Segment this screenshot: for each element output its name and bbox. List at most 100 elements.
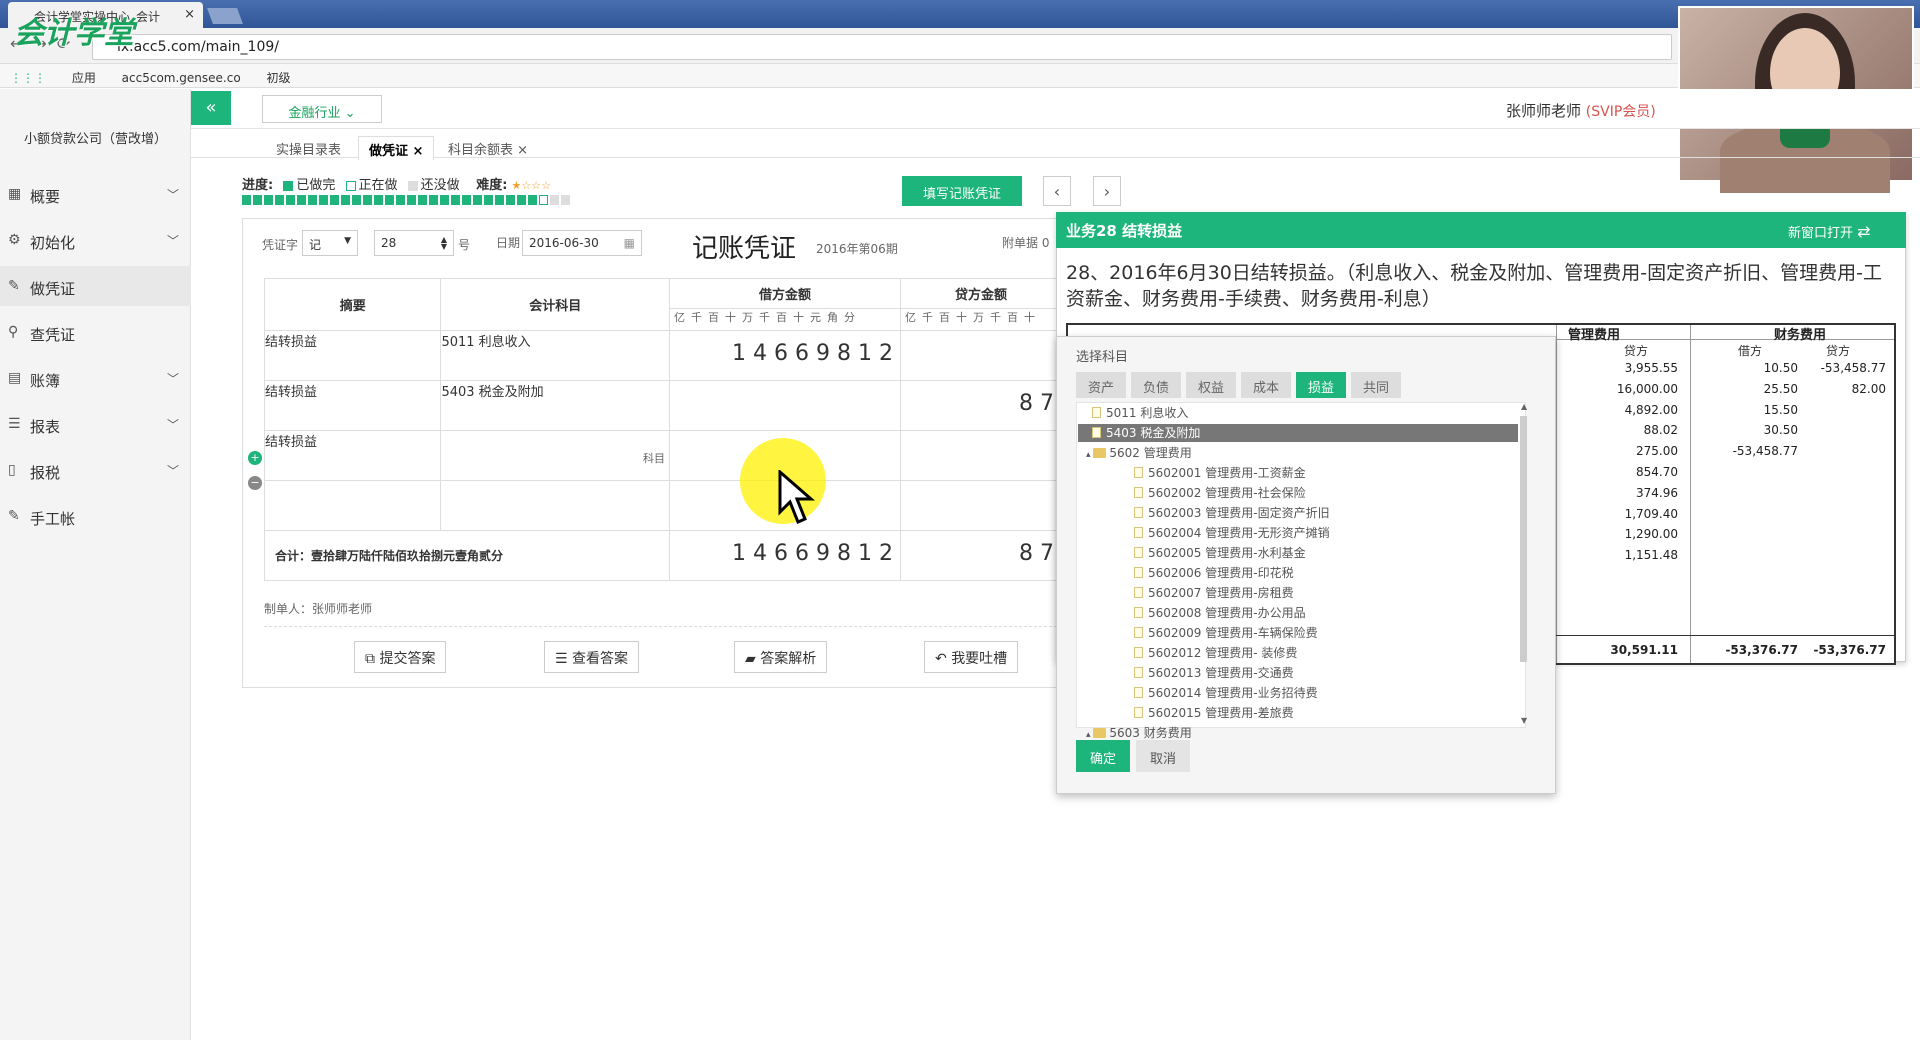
cancel-button[interactable]: 取消 [1136,740,1190,772]
collapse-sidebar-button[interactable]: « [191,91,231,125]
bookmark-chuji[interactable]: 初级 [267,69,291,86]
sidebar-item[interactable]: ▯ 报税 ﹀ [0,450,191,490]
sidebar-item[interactable]: ▦ 概要 ﹀ [0,174,191,214]
bookmark-apps[interactable]: 应用 [72,69,96,86]
voucher-number-input[interactable]: 28 ▲ ▼ [374,230,454,256]
tree-item[interactable]: 5602015 管理费用-差旅费 [1078,704,1294,722]
subject-tab[interactable]: 权益 [1186,372,1236,398]
tab-label: 做凭证 [369,144,409,159]
industry-dropdown[interactable]: 金融行业 ⌄ [262,95,382,123]
progress-segment [319,195,328,205]
row2-summary[interactable]: 结转损益 [263,380,442,431]
progress-segment [473,195,482,205]
tab-make-voucher[interactable]: 做凭证 × [358,136,435,160]
tree-item[interactable]: 5403 税金及附加 [1078,424,1518,442]
tree-label: 5602001 管理费用-工资薪金 [1148,466,1306,480]
tree-item[interactable]: 5011 利息收入 [1078,404,1188,422]
tree-item[interactable]: 5602004 管理费用-无形资产摊销 [1078,524,1330,542]
sidebar-item[interactable]: ▤ 账簿 ﹀ [0,358,191,398]
voucher-title: 记账凭证 [692,234,797,264]
tree-scrollbar[interactable] [1520,416,1527,662]
file-icon [1134,527,1143,538]
url-input[interactable]: lx.acc5.com/main_109/ [92,34,1672,60]
tab-label: 实操目录表 [276,143,342,158]
row1-credit[interactable] [900,330,1062,381]
difficulty-label: 难度: [476,178,508,193]
mouse-cursor-icon [778,470,816,524]
subject-tab[interactable]: 共同 [1351,372,1401,398]
tab-account-balance[interactable]: 科目余额表 × [438,136,538,160]
expand-icon[interactable]: ▴ [1086,730,1093,740]
row3-summary[interactable]: 结转损益 [263,430,442,481]
sidebar-item-label: 报税 [30,464,61,482]
subject-tab[interactable]: 负债 [1131,372,1181,398]
bookmark-gensee[interactable]: acc5com.gensee.co [122,71,241,85]
tree-item[interactable]: 5602013 管理费用-交通费 [1078,664,1294,682]
tree-item[interactable]: 5602002 管理费用-社会保险 [1078,484,1306,502]
row2-credit[interactable]: 87 [900,380,1062,431]
tree-folder[interactable]: ▴ 5602 管理费用 [1078,444,1192,462]
next-button[interactable]: › [1093,176,1121,206]
todo-swatch [407,180,418,191]
row1-summary[interactable]: 结转损益 [263,330,442,381]
row1-debit[interactable]: 14669812 [669,330,901,381]
apps-icon[interactable]: ⋮⋮⋮ [10,71,46,85]
tab-close-icon[interactable]: × [184,7,195,22]
tree-item[interactable]: 5602006 管理费用-印花税 [1078,564,1294,582]
tree-item[interactable]: 5602014 管理费用-业务招待费 [1078,684,1318,702]
voucher-word-select[interactable]: 记 ▼ [302,230,358,256]
row2-account[interactable]: 5403 税金及附加 [440,380,670,431]
row4-summary[interactable] [263,480,442,531]
fill-voucher-button[interactable]: 填写记账凭证 [902,176,1022,206]
add-row-icon[interactable]: + [248,451,262,465]
complain-button[interactable]: ↶ 我要吐槽 [924,641,1019,673]
credit-units: 亿千百十万千百十 [900,308,1062,331]
subject-tab[interactable]: 资产 [1076,372,1126,398]
scroll-down-icon[interactable]: ▼ [1521,716,1527,725]
close-icon[interactable]: × [517,143,528,158]
col-credit: 贷方金额 [900,278,1062,309]
view-answer-button[interactable]: ☰ 查看答案 [544,641,640,673]
tab-catalog[interactable]: 实操目录表 [266,136,351,160]
row4-account[interactable] [440,480,670,531]
remove-row-icon[interactable]: − [248,476,262,490]
subject-tab[interactable]: 损益 [1296,372,1346,398]
scroll-up-icon[interactable]: ▲ [1521,402,1527,411]
tree-item[interactable]: 5602001 管理费用-工资薪金 [1078,464,1306,482]
row3-credit[interactable] [900,430,1062,481]
submit-answer-button[interactable]: ⧉ 提交答案 [354,641,447,673]
progress-segment [561,195,570,205]
row4-credit[interactable] [900,480,1062,531]
row1-account[interactable]: 5011 利息收入 [440,330,670,381]
sidebar-item[interactable]: ✎ 做凭证 [0,266,191,306]
attach-label-text: 附单据 [1002,236,1039,250]
tree-item[interactable]: 5602007 管理费用-房租费 [1078,584,1294,602]
grid-icon: ▦ [8,186,22,202]
sidebar-item[interactable]: ☰ 报表 ﹀ [0,404,191,444]
sidebar-item[interactable]: ⚲ 查凭证 [0,312,191,352]
progress-segment [517,195,526,205]
row2-debit[interactable] [669,380,901,431]
expand-icon[interactable]: ▴ [1086,450,1093,460]
tree-item[interactable]: 5602005 管理费用-水利基金 [1078,544,1306,562]
subject-tab[interactable]: 成本 [1241,372,1291,398]
calendar-icon[interactable]: ▦ [624,236,635,250]
teacher-level: (SVIP会员) [1585,104,1656,120]
col-debit: 借方金额 [669,278,901,309]
tree-item[interactable]: 5602008 管理费用-办公用品 [1078,604,1306,622]
tree-item[interactable]: 5602012 管理费用- 装修费 [1078,644,1297,662]
prev-button[interactable]: ‹ [1043,176,1071,206]
open-new-window-button[interactable]: 新窗口打开 ⇄ [1788,222,1871,241]
attach-count[interactable]: 0 [1042,236,1050,250]
tree-item[interactable]: 5602003 管理费用-固定资产折旧 [1078,504,1330,522]
close-icon[interactable]: × [413,144,424,159]
sidebar-item[interactable]: ⚙ 初始化 ﹀ [0,220,191,260]
new-tab-button[interactable] [207,8,243,24]
tree-item[interactable]: 5602009 管理费用-车辆保险费 [1078,624,1318,642]
answer-analysis-button[interactable]: ▰ 答案解析 [734,641,828,673]
sidebar-item-label: 查凭证 [30,326,76,344]
sidebar-item[interactable]: ✎ 手工帐 [0,496,191,536]
row3-account[interactable]: 科目 [440,430,670,481]
date-input[interactable]: 2016-06-30 ▦ [522,230,642,256]
confirm-button[interactable]: 确定 [1076,740,1130,772]
